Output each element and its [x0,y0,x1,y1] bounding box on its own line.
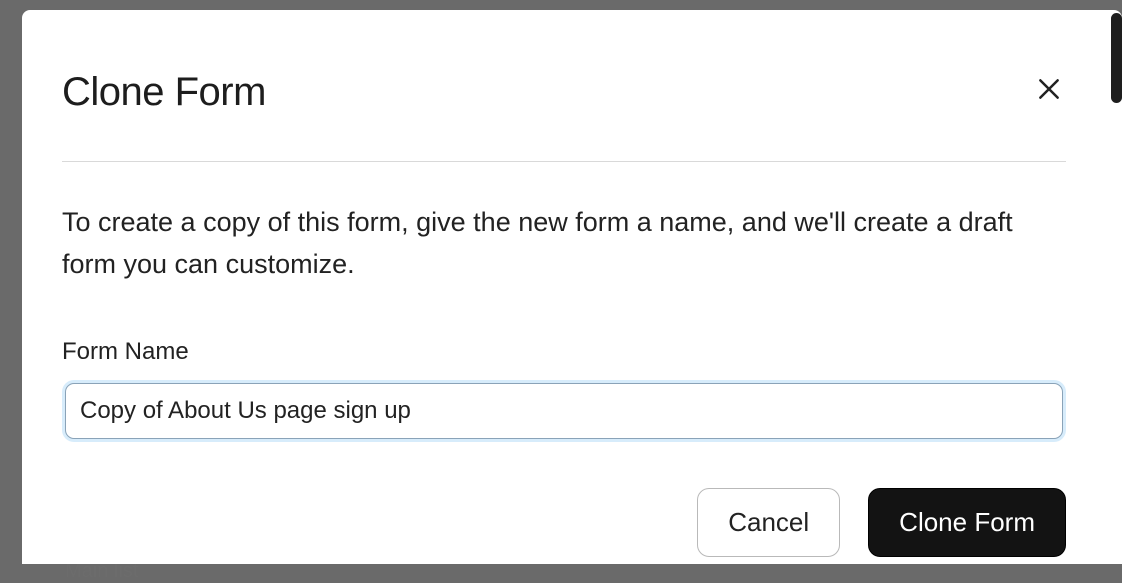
clone-form-modal: Clone Form To create a copy of this form… [22,10,1122,564]
modal-body: To create a copy of this form, give the … [62,162,1066,442]
modal-footer: Cancel Clone Form [62,488,1066,557]
close-icon [1036,76,1062,102]
cancel-button[interactable]: Cancel [697,488,840,557]
modal-description: To create a copy of this form, give the … [62,202,1066,286]
modal-header: Clone Form [62,70,1066,162]
close-button[interactable] [1032,72,1066,106]
form-name-label: Form Name [62,338,1066,366]
modal-title: Clone Form [62,70,266,115]
form-name-input[interactable] [65,383,1063,439]
form-name-focus-ring [62,380,1066,442]
scrollbar-thumb[interactable] [1111,13,1122,103]
clone-form-button[interactable]: Clone Form [868,488,1066,557]
